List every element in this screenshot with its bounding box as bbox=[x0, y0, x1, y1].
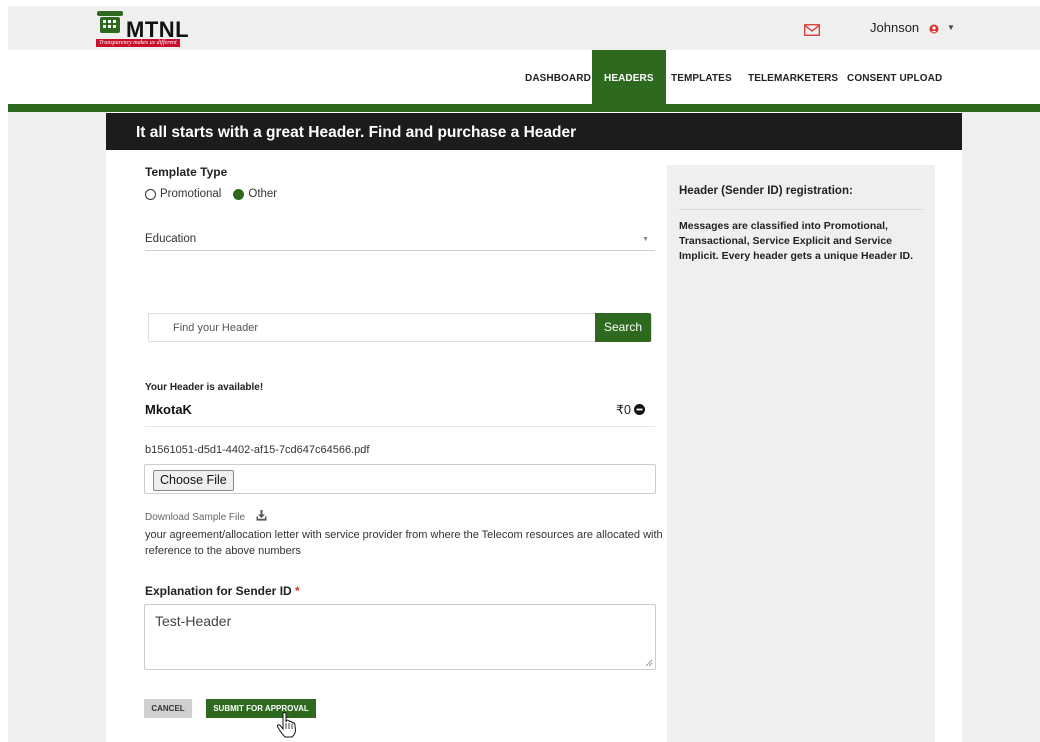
page-background-left bbox=[8, 112, 106, 742]
upload-note: your agreement/allocation letter with se… bbox=[145, 529, 663, 557]
radio-promotional[interactable] bbox=[145, 188, 156, 200]
header-search-box: Search bbox=[148, 313, 652, 342]
radio-promotional-label[interactable]: Promotional bbox=[160, 188, 221, 200]
category-select-value: Education bbox=[145, 233, 197, 245]
nav-templates[interactable]: TEMPLATES bbox=[671, 73, 732, 84]
submit-for-approval-button[interactable]: SUBMIT FOR APPROVAL bbox=[206, 699, 316, 718]
nav-headers[interactable]: HEADERS bbox=[592, 50, 666, 104]
chevron-down-icon: ▼ bbox=[642, 236, 649, 243]
main-nav: DASHBOARD HEADERS TEMPLATES TELEMARKETER… bbox=[0, 50, 1040, 104]
page-banner: It all starts with a great Header. Find … bbox=[106, 113, 962, 150]
cancel-button[interactable]: CANCEL bbox=[144, 699, 192, 718]
hand-cursor-icon bbox=[276, 712, 297, 738]
phone-logo-icon bbox=[97, 11, 123, 33]
info-panel-text: Messages are classified into Promotional… bbox=[679, 220, 913, 262]
user-icon[interactable] bbox=[929, 24, 939, 34]
info-panel: Header (Sender ID) registration: Message… bbox=[667, 165, 935, 742]
radio-other[interactable] bbox=[233, 188, 245, 200]
mail-icon[interactable] bbox=[804, 24, 820, 36]
availability-message: Your Header is available! bbox=[145, 382, 264, 393]
section-divider bbox=[145, 426, 655, 427]
nav-dashboard[interactable]: DASHBOARD bbox=[525, 73, 591, 84]
uploaded-filename: b1561051-d5d1-4402-af15-7cd647c64566.pdf bbox=[145, 444, 370, 456]
required-marker: * bbox=[295, 584, 300, 598]
header-name: MkotaK bbox=[145, 402, 192, 417]
choose-file-button[interactable]: Choose File bbox=[153, 470, 234, 491]
page-background-right bbox=[962, 112, 1040, 742]
brand-tagline: Transparency makes us different bbox=[96, 39, 180, 47]
nav-telemarketers[interactable]: TELEMARKETERS bbox=[748, 73, 838, 84]
nav-consent-upload[interactable]: CONSENT UPLOAD bbox=[847, 73, 942, 84]
download-icon[interactable] bbox=[256, 510, 267, 521]
category-select[interactable]: Education ▼ bbox=[145, 226, 655, 251]
search-button[interactable]: Search bbox=[595, 313, 651, 342]
template-type-radio-group: Promotional Other bbox=[145, 188, 277, 200]
user-name[interactable]: Johnson bbox=[870, 20, 919, 35]
info-panel-divider bbox=[679, 209, 923, 210]
radio-other-label[interactable]: Other bbox=[248, 188, 277, 200]
remove-circle-icon[interactable] bbox=[634, 404, 645, 415]
explanation-label: Explanation for Sender ID * bbox=[145, 584, 300, 598]
info-panel-title: Header (Sender ID) registration: bbox=[679, 185, 853, 197]
download-sample-link[interactable]: Download Sample File bbox=[145, 512, 245, 523]
resize-grip-icon[interactable] bbox=[645, 659, 653, 667]
nav-underline-bar bbox=[8, 104, 1040, 112]
explanation-textarea[interactable]: Test-Header bbox=[144, 604, 656, 670]
caret-down-icon[interactable]: ▼ bbox=[947, 23, 955, 32]
brand-logo[interactable]: MTNL Transparency makes us different bbox=[96, 10, 226, 54]
header-search-input[interactable] bbox=[149, 314, 597, 341]
template-type-label: Template Type bbox=[145, 165, 228, 179]
header-price: ₹0 bbox=[616, 403, 631, 417]
explanation-label-text: Explanation for Sender ID bbox=[145, 584, 292, 598]
file-upload-field[interactable]: Choose File bbox=[144, 464, 656, 494]
